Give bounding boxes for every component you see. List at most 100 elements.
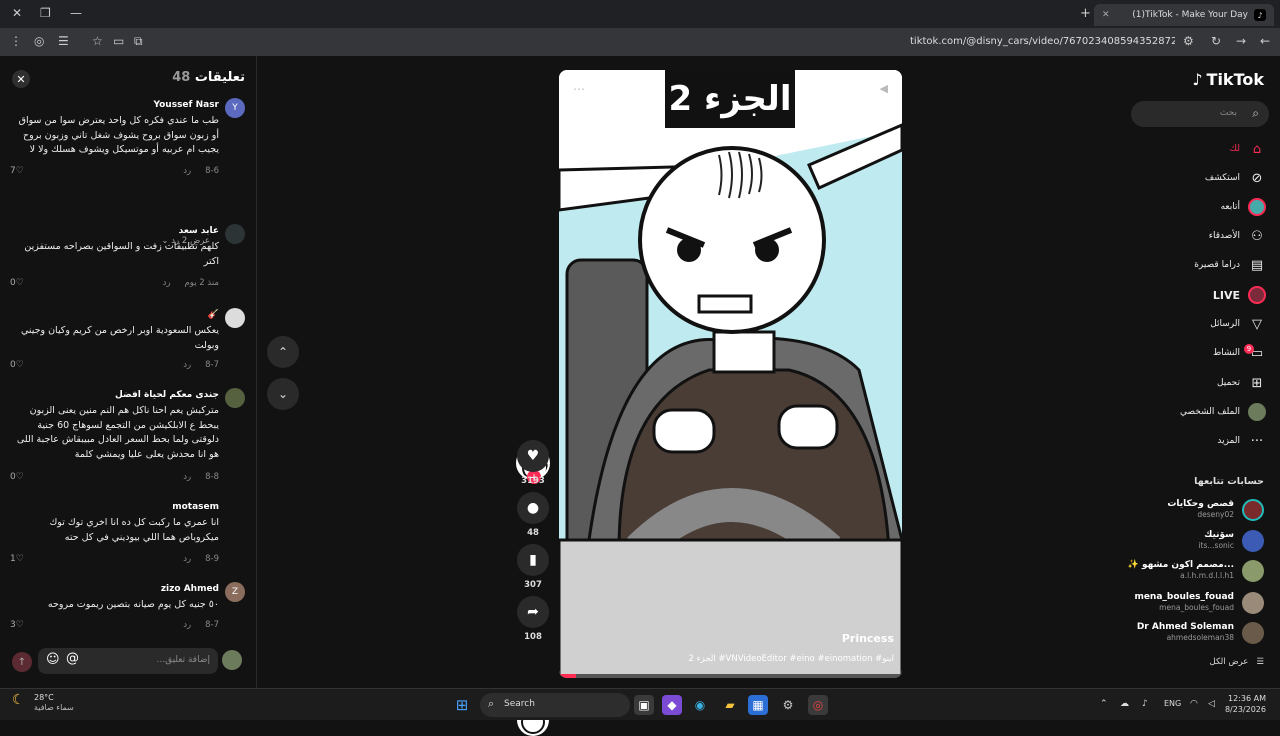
search-input[interactable]: بحث ⌕	[1131, 101, 1269, 127]
sidebar-item-profile[interactable]: الملف الشخصي	[1180, 401, 1266, 423]
sidebar-item-more[interactable]: ··· المزيد	[1217, 430, 1266, 452]
video-author[interactable]: Princess	[842, 632, 894, 645]
reply-button[interactable]: رد	[183, 472, 191, 482]
restore-window-icon[interactable]: ❐	[40, 6, 51, 20]
reply-button[interactable]: رد	[183, 166, 191, 176]
sidebar-item-friends[interactable]: ⚇ الأصدقاء	[1209, 225, 1266, 247]
heart-icon[interactable]: ♥	[517, 440, 549, 472]
reply-button[interactable]: رد	[183, 620, 191, 630]
reply-button[interactable]: رد	[183, 360, 191, 370]
compass-icon: ⊘	[1251, 170, 1263, 186]
film-icon: ▤	[1250, 257, 1264, 273]
comment-meta: 8-7 رد	[183, 620, 219, 630]
see-all-button[interactable]: ☰ عرض الكل	[1210, 657, 1264, 667]
sidebar-item-messages[interactable]: ▽ الرسائل	[1210, 313, 1266, 335]
close-comments-button[interactable]: ✕	[12, 70, 30, 88]
weather-temp: 28°C	[34, 693, 54, 702]
comment-like[interactable]: 3♡	[10, 620, 24, 630]
following-account[interactable]: سۆنيك its...sonic	[1124, 530, 1264, 554]
app-icon[interactable]: ◆	[662, 695, 682, 715]
moon-icon: ☾	[12, 692, 25, 708]
tab-close-icon[interactable]: ✕	[1102, 10, 1110, 20]
video-overlay-title: الجزء 2	[665, 70, 795, 128]
comment-author[interactable]: motasem	[172, 502, 219, 512]
volume-icon[interactable]: ◁	[1208, 699, 1215, 709]
following-account[interactable]: Dr Ahmed Soleman ahmedsoleman38	[1124, 622, 1264, 646]
extensions-icon[interactable]: ⧉	[134, 34, 143, 49]
avatar[interactable]: Y	[225, 98, 245, 118]
comment-author[interactable]: عابد سعد	[179, 226, 219, 236]
share-arrow-icon[interactable]: ➦	[517, 596, 549, 628]
wifi-icon[interactable]: ◠	[1190, 699, 1198, 709]
comment-like[interactable]: 1♡	[10, 554, 24, 564]
file-explorer-icon[interactable]: ▰	[720, 695, 740, 715]
video-progress-bar[interactable]	[559, 674, 902, 678]
sidebar-item-live[interactable]: LIVE	[1213, 284, 1266, 306]
minimize-window-icon[interactable]: —	[70, 6, 82, 20]
search-icon[interactable]: ⌕	[1252, 106, 1259, 121]
comment-like[interactable]: 0♡	[10, 278, 24, 288]
comment-author[interactable]: Youssef Nasr	[153, 100, 219, 110]
mic-icon[interactable]: ♪	[1142, 699, 1148, 709]
comment-like[interactable]: 0♡	[10, 472, 24, 482]
comment-input[interactable]: ☺ @ إضافة تعليق...	[38, 648, 218, 674]
tray-chevron-icon[interactable]: ⌃	[1100, 699, 1108, 709]
clock[interactable]: 12:36 AM 8/23/2026	[1225, 693, 1266, 715]
mention-icon[interactable]: @	[66, 651, 79, 666]
avatar[interactable]: Z	[225, 582, 245, 602]
sidebar-item-explore[interactable]: ⊘ استكشف	[1205, 167, 1266, 189]
following-account[interactable]: قصص وحكايات deseny02	[1124, 499, 1264, 523]
site-settings-icon[interactable]: ⚙	[1183, 34, 1194, 48]
reply-button[interactable]: رد	[163, 278, 171, 288]
taskbar-search[interactable]: ⌕ Search	[480, 693, 630, 717]
edge-icon[interactable]: ◉	[690, 695, 710, 715]
comment-author[interactable]: 🎸	[208, 310, 219, 320]
emoji-icon[interactable]: ☺	[46, 652, 60, 667]
reply-button[interactable]: رد	[183, 554, 191, 564]
avatar[interactable]	[225, 224, 245, 244]
forward-icon[interactable]: →	[1236, 34, 1246, 48]
browser-tab[interactable]: ♪ (1)TikTok - Make Your Day ✕	[1094, 4, 1274, 26]
task-view-icon[interactable]: ▣	[634, 695, 654, 715]
cast-icon[interactable]: ▭	[113, 34, 124, 48]
windows-start-icon[interactable]: ⊞	[452, 695, 472, 715]
avatar[interactable]	[225, 308, 245, 328]
back-icon[interactable]: ←	[1260, 34, 1270, 48]
previous-video-button[interactable]: ⌃	[267, 336, 299, 368]
bookmark-star-icon[interactable]: ☆	[92, 34, 103, 48]
chrome-icon[interactable]: ◎	[808, 695, 828, 715]
profile-icon[interactable]: ◎	[34, 34, 44, 48]
new-tab-button[interactable]: +	[1080, 6, 1091, 21]
reload-icon[interactable]: ↻	[1211, 34, 1221, 48]
tab-search-icon[interactable]: ☰	[58, 34, 69, 48]
comment-like[interactable]: 7♡	[10, 166, 24, 176]
close-window-icon[interactable]: ✕	[12, 6, 22, 20]
url-text[interactable]: tiktok.com/@disny_cars/video/76702340859…	[910, 36, 1175, 47]
comment-like[interactable]: 0♡	[10, 360, 24, 370]
sidebar-item-upload[interactable]: ⊞ تحميل	[1217, 372, 1266, 394]
cloud-icon[interactable]: ☁	[1120, 699, 1129, 709]
tiktok-logo[interactable]: ♪ TikTok	[1192, 70, 1264, 89]
comment-date: 8-6	[205, 166, 219, 176]
following-account[interactable]: mena_boules_fouad mena_boules_fouad	[1124, 592, 1264, 616]
following-account[interactable]: ✨ مصمم اكون مشهو... a.l.h.m.d.l.l.h1	[1124, 560, 1264, 584]
comment-bubble-icon[interactable]: ●	[517, 492, 549, 524]
comment-author[interactable]: جندى معكم لحياة افضل	[115, 390, 219, 400]
video-more-icon[interactable]: ⋯	[573, 82, 585, 96]
bookmark-icon[interactable]: ▮	[517, 544, 549, 576]
store-icon[interactable]: ▦	[748, 695, 768, 715]
comment-author[interactable]: zizo Ahmed	[161, 584, 219, 594]
sidebar-item-following[interactable]: أتابعه	[1221, 196, 1266, 218]
sidebar-item-foryou[interactable]: ⌂ لك	[1230, 138, 1266, 160]
video-player[interactable]: الجزء 2 ⋯ ◀ Princess الجزء 2 #VNVideoEdi…	[559, 70, 902, 678]
mute-icon[interactable]: ◀	[880, 82, 888, 95]
language-indicator[interactable]: ENG	[1164, 699, 1181, 708]
sidebar-item-drama[interactable]: ▤ دراما قصيرة	[1194, 254, 1266, 276]
comment-text: متركبش يعم احنا ناكل هم النم منين يعنى ا…	[16, 405, 219, 460]
menu-kebab-icon[interactable]: ⋮	[10, 34, 22, 48]
settings-icon[interactable]: ⚙	[778, 695, 798, 715]
sidebar-item-activity[interactable]: ▭ النشاط	[1213, 342, 1266, 364]
send-comment-button[interactable]: ↑	[12, 652, 32, 672]
avatar[interactable]	[225, 388, 245, 408]
next-video-button[interactable]: ⌄	[267, 378, 299, 410]
